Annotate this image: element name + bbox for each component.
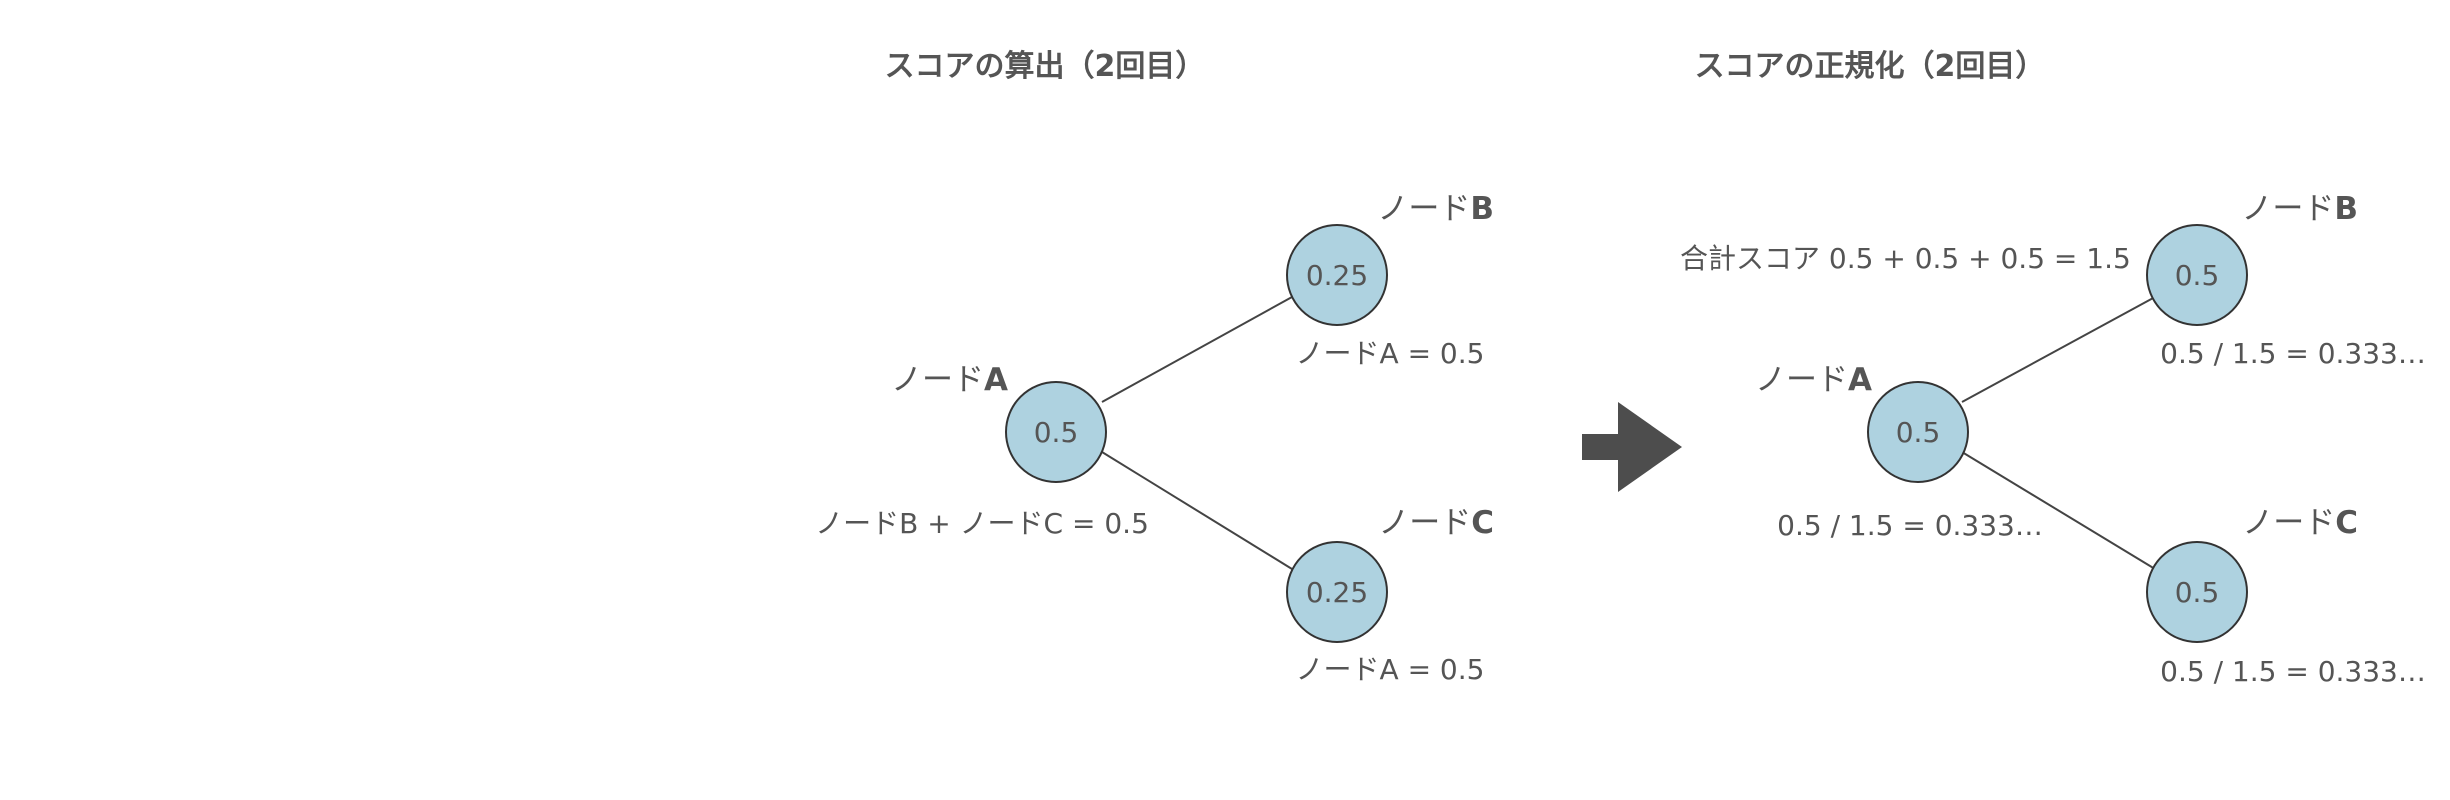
right-node-b-label: ノードB (2241, 191, 2358, 227)
left-node-b-formula: ノードA = 0.5 (1296, 337, 1485, 370)
right-node-b: ノードB 0.5 0.5 / 1.5 = 0.333… (2146, 191, 2426, 370)
left-node-b-value: 0.25 (1306, 259, 1368, 292)
right-node-c-value: 0.5 (2175, 576, 2220, 609)
right-node-b-value: 0.5 (2175, 259, 2220, 292)
total-score-text: 合計スコア 0.5 + 0.5 + 0.5 = 1.5 (1680, 242, 2131, 275)
left-node-a-formula: ノードB + ノードC = 0.5 (815, 507, 1149, 540)
left-node-a-value: 0.5 (1034, 416, 1079, 449)
left-node-c-formula: ノードA = 0.5 (1296, 653, 1485, 686)
right-edge-a-b (1961, 296, 2156, 403)
left-node-c-label: ノードC (1378, 505, 1494, 541)
left-node-c-value: 0.25 (1306, 576, 1368, 609)
right-node-c-label: ノードC (2242, 505, 2358, 541)
right-node-b-formula: 0.5 / 1.5 = 0.333… (2160, 337, 2426, 370)
score-diagram: スコアの算出（2回目） ノードA 0.5 ノードB + ノードC = 0.5 ノ… (815, 49, 2426, 688)
right-node-a-value: 0.5 (1896, 416, 1941, 449)
right-node-a-formula: 0.5 / 1.5 = 0.333… (1777, 509, 2043, 542)
right-node-c-formula: 0.5 / 1.5 = 0.333… (2160, 655, 2426, 688)
left-panel: スコアの算出（2回目） ノードA 0.5 ノードB + ノードC = 0.5 ノ… (815, 49, 1494, 686)
left-title: スコアの算出（2回目） (885, 49, 1206, 84)
left-node-b-label: ノードB (1377, 191, 1494, 227)
right-node-c: ノードC 0.5 0.5 / 1.5 = 0.333… (2146, 505, 2426, 688)
left-node-b: ノードB 0.25 ノードA = 0.5 (1286, 191, 1494, 370)
right-node-a: ノードA 0.5 0.5 / 1.5 = 0.333… (1755, 362, 2043, 542)
left-node-c: ノードC 0.25 ノードA = 0.5 (1286, 505, 1494, 686)
right-arrow-icon (1582, 402, 1682, 492)
right-title: スコアの正規化（2回目） (1695, 49, 2046, 84)
left-edge-a-b (1101, 296, 1293, 403)
left-node-a-label: ノードA (891, 362, 1008, 398)
right-node-a-label: ノードA (1755, 362, 1872, 398)
right-panel: スコアの正規化（2回目） 合計スコア 0.5 + 0.5 + 0.5 = 1.5… (1680, 49, 2426, 688)
left-node-a: ノードA 0.5 ノードB + ノードC = 0.5 (815, 362, 1149, 540)
